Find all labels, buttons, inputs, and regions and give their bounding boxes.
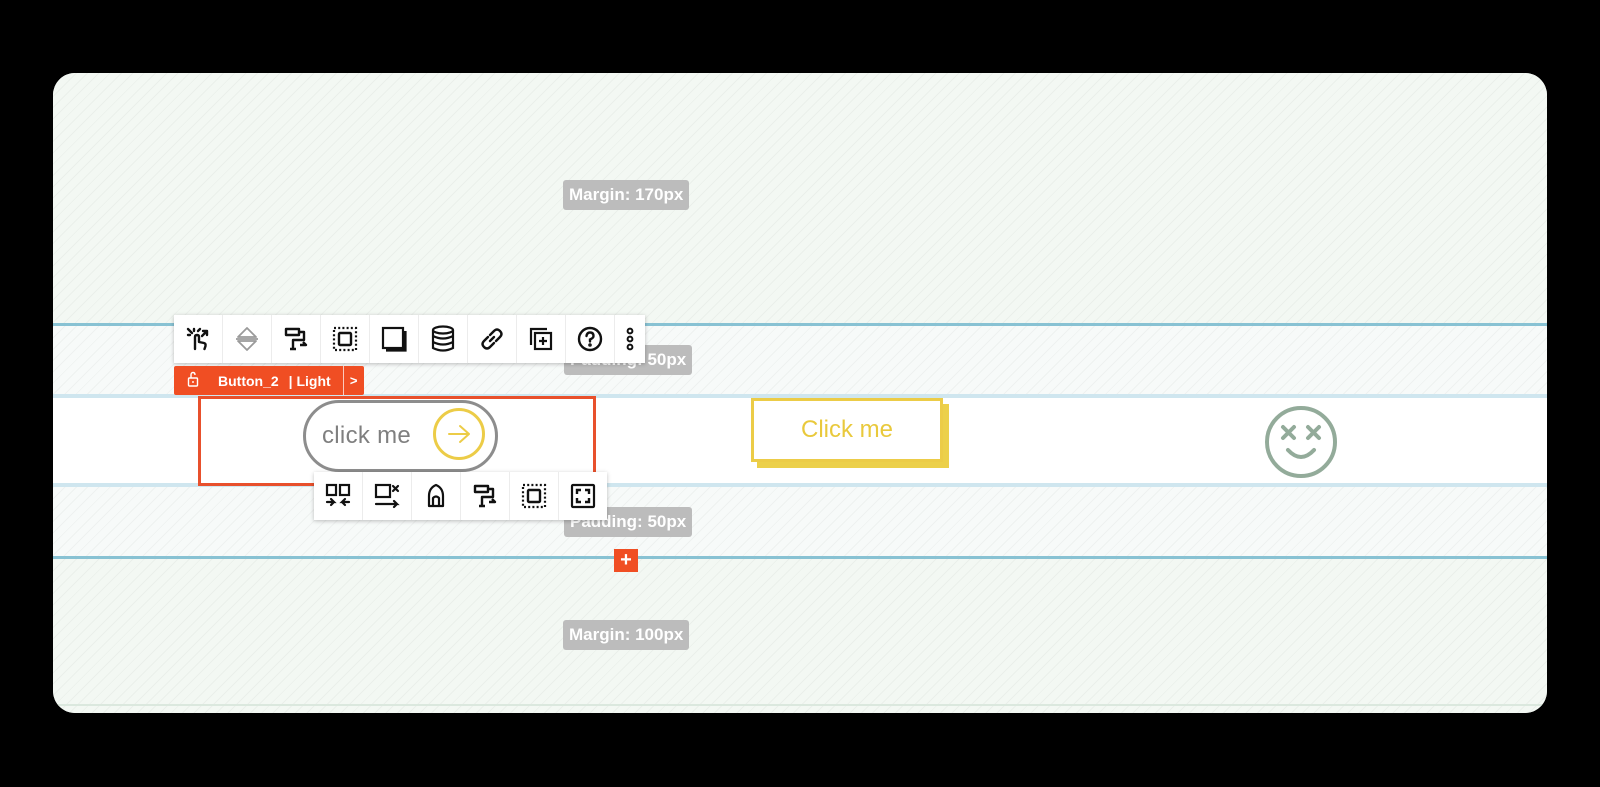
help-icon[interactable] [566, 315, 615, 363]
padding-bottom-area [53, 487, 1547, 556]
breadcrumb-name: Button_2 [218, 372, 279, 389]
move-row-icon[interactable] [363, 472, 412, 520]
shadow-click-me-button[interactable]: Click me [751, 398, 949, 468]
unlock-icon[interactable] [186, 371, 200, 390]
element-breadcrumb[interactable]: Button_2 | Light > [174, 366, 364, 395]
vertical-align-icon[interactable] [223, 315, 272, 363]
row-paint-format-icon[interactable] [461, 472, 510, 520]
columns-icon[interactable] [314, 472, 363, 520]
add-layer-icon[interactable] [517, 315, 566, 363]
margin-top-label: Margin: 170px [563, 180, 690, 210]
shadow-icon[interactable] [370, 315, 419, 363]
more-vertical-icon[interactable] [615, 315, 645, 363]
pill-click-me-button[interactable]: click me [303, 400, 498, 472]
paint-format-icon[interactable] [272, 315, 321, 363]
shadow-button-label: Click me [751, 398, 943, 462]
margin-bottom-label: Margin: 100px [563, 620, 690, 650]
breadcrumb-variant: | Light [288, 372, 331, 389]
breadcrumb-next-button[interactable]: > [342, 366, 364, 395]
margin-bottom-area [53, 559, 1547, 713]
fullscreen-icon[interactable] [559, 472, 607, 520]
bucket-icon[interactable] [412, 472, 461, 520]
padding-icon[interactable] [321, 315, 370, 363]
canvas-bottom-line [53, 704, 1547, 706]
breadcrumb-main[interactable]: Button_2 | Light [174, 366, 343, 395]
row-toolbar [314, 472, 607, 520]
margin-top-area [53, 73, 1547, 323]
link-icon[interactable] [468, 315, 517, 363]
row-padding-icon[interactable] [510, 472, 559, 520]
arrow-right-icon [433, 408, 485, 460]
database-icon[interactable] [419, 315, 468, 363]
add-section-button[interactable]: + [614, 549, 638, 572]
smiley-icon[interactable] [1263, 404, 1339, 480]
element-toolbar [174, 315, 645, 363]
magic-pointer-icon[interactable] [174, 315, 223, 363]
pill-button-label: click me [322, 422, 412, 449]
